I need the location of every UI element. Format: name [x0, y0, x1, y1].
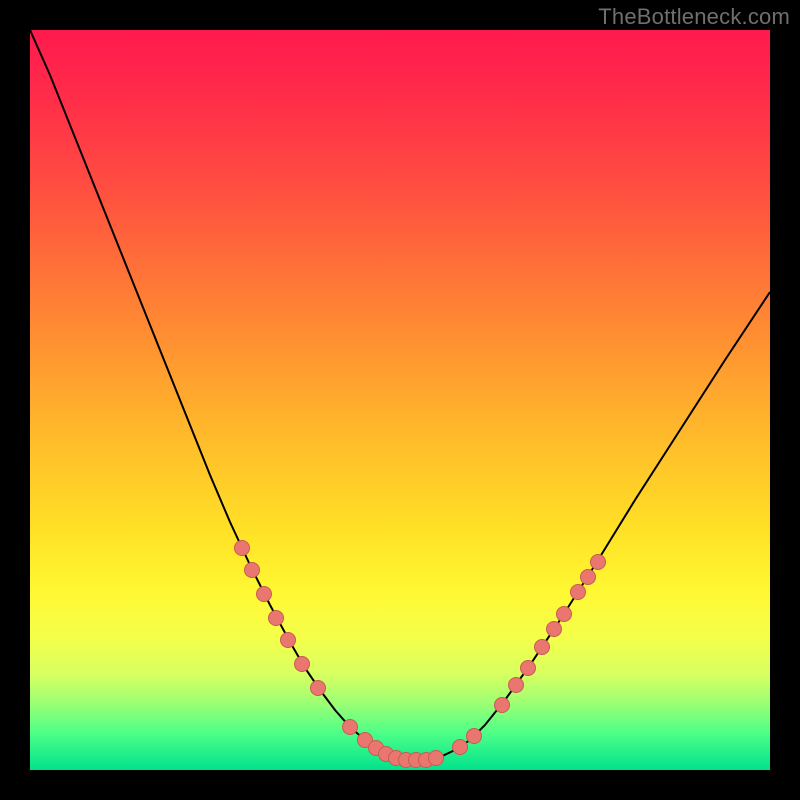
- bottleneck-curve-path: [30, 30, 770, 760]
- plot-area: [30, 30, 770, 770]
- sample-dot: [521, 661, 536, 676]
- sample-dot: [557, 607, 572, 622]
- sample-dot: [571, 585, 586, 600]
- sample-dot: [281, 633, 296, 648]
- sample-dot: [245, 563, 260, 578]
- sample-dot: [257, 587, 272, 602]
- sample-dot: [547, 622, 562, 637]
- watermark-text: TheBottleneck.com: [598, 4, 790, 30]
- sample-dot: [269, 611, 284, 626]
- sample-dot: [311, 681, 326, 696]
- sample-dot: [535, 640, 550, 655]
- sample-dot: [591, 555, 606, 570]
- sample-dot: [295, 657, 310, 672]
- outer-frame: TheBottleneck.com: [0, 0, 800, 800]
- sample-dot: [509, 678, 524, 693]
- sample-dot: [453, 740, 468, 755]
- sample-dot: [235, 541, 250, 556]
- sample-dot: [429, 751, 444, 766]
- sample-dot: [467, 729, 482, 744]
- sample-dot: [495, 698, 510, 713]
- sample-dot: [343, 720, 358, 735]
- sample-dot: [581, 570, 596, 585]
- sample-dots: [235, 541, 606, 768]
- bottleneck-curve-svg: [30, 30, 770, 770]
